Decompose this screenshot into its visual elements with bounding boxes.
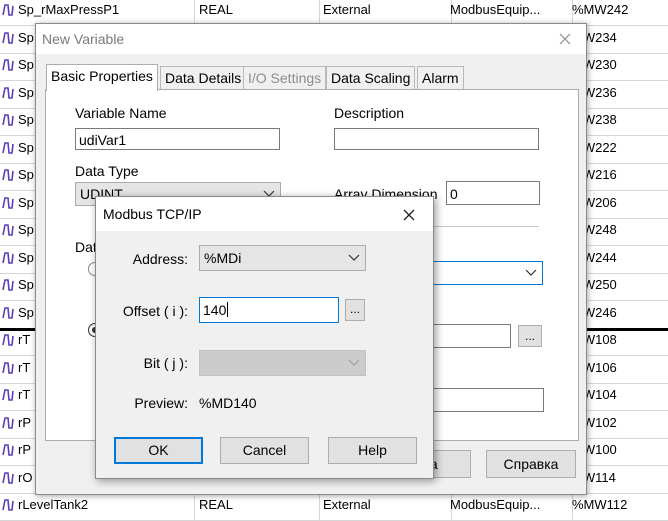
close-icon[interactable] [398, 204, 420, 226]
help-button[interactable]: Help [328, 437, 417, 464]
row-device: ModbusEquip... [444, 0, 573, 25]
analog-variable-icon [2, 334, 14, 346]
array-dimension-input[interactable]: 0 [446, 181, 540, 205]
data-type-label: Data Type [75, 163, 139, 179]
analog-variable-icon [2, 306, 14, 319]
offset-browse-button[interactable]: ... [345, 299, 365, 321]
close-icon[interactable] [554, 28, 576, 50]
modbus-title: Modbus TCP/IP [103, 206, 202, 222]
modbus-dialog: Modbus TCP/IP Address: %MDi Offset ( i )… [95, 196, 434, 479]
new-variable-titlebar[interactable]: New Variable [36, 24, 586, 54]
modbus-address-select[interactable]: %MDi [199, 245, 366, 271]
analog-variable-icon [2, 169, 14, 181]
analog-variable-icon [2, 389, 14, 401]
row-scope: External [315, 0, 452, 25]
preview-label: Preview: [134, 395, 188, 411]
tab-data-scaling[interactable]: Data Scaling [326, 66, 416, 89]
cancel-button[interactable]: Cancel [220, 437, 309, 464]
row-type: REAL [193, 0, 320, 25]
analog-variable-icon [2, 224, 14, 236]
analog-variable-icon [2, 59, 14, 71]
description-label: Description [334, 105, 405, 121]
data-source-label: Dat [75, 239, 97, 255]
variable-name-label: Variable Name [75, 105, 167, 121]
description-input[interactable] [334, 128, 539, 150]
preview-value: %MD140 [199, 395, 257, 411]
row-name: rLevelTank2 [16, 493, 195, 520]
bit-select[interactable] [199, 350, 366, 376]
modbus-titlebar[interactable]: Modbus TCP/IP [96, 197, 433, 231]
analog-variable-icon [2, 471, 14, 484]
ok-button[interactable]: OK [114, 437, 203, 464]
analog-variable-icon [2, 4, 14, 16]
analog-variable-icon [2, 141, 14, 154]
analog-variable-icon [2, 251, 14, 264]
analog-variable-icon [2, 196, 14, 209]
analog-variable-icon [2, 31, 14, 44]
row-name: Sp_rMaxPressP1 [16, 0, 195, 25]
row-device: ModbusEquip... [444, 493, 573, 520]
tab-basic-properties[interactable]: Basic Properties [46, 64, 158, 91]
offset-label: Offset ( i ): [122, 303, 188, 319]
analog-variable-icon [2, 279, 14, 291]
help-button[interactable]: Справка [486, 450, 576, 478]
variable-name-input[interactable]: udiVar1 [75, 128, 280, 150]
analog-variable-icon [2, 444, 14, 456]
row-type: REAL [193, 493, 320, 520]
text-cursor [227, 302, 229, 317]
chevron-down-icon [348, 359, 360, 366]
browse-button[interactable]: ... [518, 325, 542, 347]
analog-variable-icon [2, 416, 14, 429]
chevron-down-icon [348, 254, 360, 261]
tab-io-settings[interactable]: I/O Settings [243, 66, 327, 89]
row-address: %MW242 [572, 2, 629, 17]
table-row[interactable]: rLevelTank2 REAL External ModbusEquip... %MW… [0, 493, 668, 521]
analog-variable-icon [2, 86, 14, 99]
tab-alarm[interactable]: Alarm [417, 66, 464, 89]
chevron-down-icon [525, 269, 537, 276]
new-variable-title: New Variable [42, 31, 125, 47]
analog-variable-icon [2, 114, 14, 126]
tab-data-details[interactable]: Data Details [160, 66, 247, 89]
bit-label: Bit ( j ): [143, 355, 188, 371]
offset-input[interactable]: 140 [199, 297, 339, 323]
analog-variable-icon [2, 361, 14, 374]
row-scope: External [315, 493, 452, 520]
row-address: %MW112 [572, 497, 628, 512]
modbus-address-label: Address: [132, 251, 188, 267]
